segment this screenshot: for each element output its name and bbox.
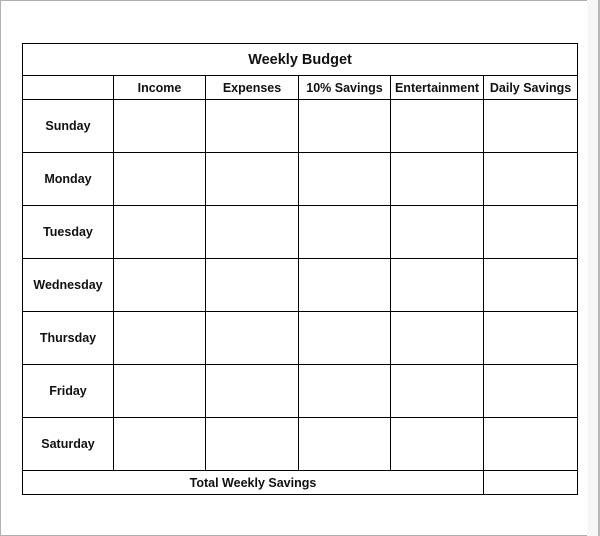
header-expenses: Expenses [205,75,299,100]
savings-cell[interactable] [298,417,391,471]
header-row: Income Expenses 10% Savings Entertainmen… [22,75,579,100]
day-label: Monday [22,152,114,206]
table-title-text: Weekly Budget [248,51,352,68]
total-label: Total Weekly Savings [22,470,484,495]
header-income: Income [113,75,206,100]
day-label: Thursday [22,311,114,365]
expenses-cell[interactable] [205,311,299,365]
page-edge [587,0,600,536]
savings-cell[interactable] [298,311,391,365]
expenses-cell[interactable] [205,99,299,153]
daily-savings-cell[interactable] [482,364,579,418]
savings-cell[interactable] [298,99,391,153]
expenses-cell[interactable] [205,258,299,312]
income-cell[interactable] [113,364,206,418]
income-cell[interactable] [113,205,206,259]
total-row: Total Weekly Savings [22,470,579,495]
expenses-cell[interactable] [205,364,299,418]
table-row: Friday [22,364,579,418]
entertainment-cell[interactable] [390,258,484,312]
expenses-cell[interactable] [205,205,299,259]
total-value-cell[interactable] [482,470,579,495]
entertainment-cell[interactable] [390,311,484,365]
expenses-cell[interactable] [205,417,299,471]
table-row: Thursday [22,311,579,365]
income-cell[interactable] [113,311,206,365]
day-label: Wednesday [22,258,114,312]
daily-savings-cell[interactable] [482,99,579,153]
income-cell[interactable] [113,417,206,471]
header-corner [22,75,114,100]
entertainment-cell[interactable] [390,152,484,206]
title-row: Weekly Budget [21,43,579,76]
table-row: Tuesday [22,205,579,259]
income-cell[interactable] [113,99,206,153]
income-cell[interactable] [113,152,206,206]
savings-cell[interactable] [298,364,391,418]
weekly-budget-table: Weekly Budget Income Expenses 10% Saving… [21,43,579,495]
daily-savings-cell[interactable] [482,258,579,312]
day-label: Tuesday [22,205,114,259]
expenses-cell[interactable] [205,152,299,206]
table-row: Wednesday [22,258,579,312]
savings-cell[interactable] [298,152,391,206]
day-label: Saturday [22,417,114,471]
daily-savings-cell[interactable] [482,205,579,259]
table-row: Monday [22,152,579,206]
table-row: Saturday [22,417,579,471]
day-label: Sunday [22,99,114,153]
daily-savings-cell[interactable] [482,417,579,471]
entertainment-cell[interactable] [390,364,484,418]
entertainment-cell[interactable] [390,205,484,259]
daily-savings-cell[interactable] [482,152,579,206]
table-title: Weekly Budget [21,43,579,76]
savings-cell[interactable] [298,258,391,312]
table-row: Sunday [22,99,579,153]
income-cell[interactable] [113,258,206,312]
day-label: Friday [22,364,114,418]
savings-cell[interactable] [298,205,391,259]
header-daily-savings: Daily Savings [482,75,579,100]
header-savings: 10% Savings [298,75,391,100]
header-entertainment: Entertainment [390,75,484,100]
daily-savings-cell[interactable] [482,311,579,365]
entertainment-cell[interactable] [390,99,484,153]
entertainment-cell[interactable] [390,417,484,471]
